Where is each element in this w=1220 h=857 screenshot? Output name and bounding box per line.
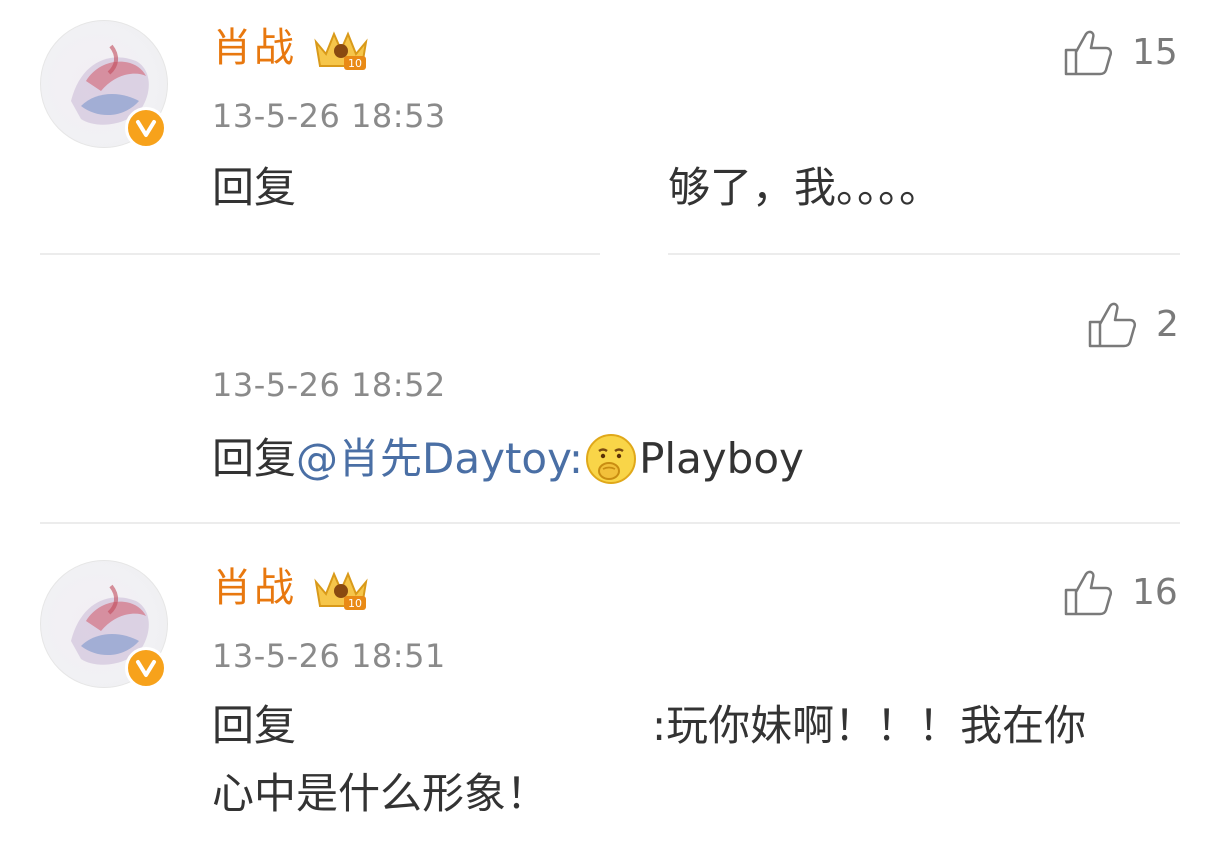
- comment-text: :玩你妹啊！！！我在你: [652, 701, 1087, 750]
- like-count: 16: [1132, 572, 1178, 613]
- timestamp: 13-5-26 18:53: [212, 97, 446, 135]
- divider: [40, 253, 600, 255]
- svg-text:10: 10: [348, 57, 362, 70]
- timestamp: 13-5-26 18:52: [212, 366, 446, 404]
- crown-level-badge-icon: 10: [314, 571, 368, 610]
- verified-v-icon: [125, 107, 167, 149]
- divider: [668, 253, 1180, 255]
- crown-level-badge-icon: 10: [314, 31, 368, 70]
- svg-text:10: 10: [348, 597, 362, 610]
- comment-item: 2 13-5-26 18:52 回复@肖先Daytoy: Playboy: [0, 257, 1220, 525]
- thumbs-up-icon: [1064, 30, 1113, 76]
- avatar[interactable]: [40, 20, 168, 149]
- like-button[interactable]: 2: [1086, 300, 1186, 350]
- username[interactable]: 肖战: [212, 24, 296, 72]
- reply-prefix: 回复: [212, 163, 297, 212]
- avatar[interactable]: [40, 560, 168, 689]
- thumbs-up-icon: [1088, 302, 1137, 348]
- like-count: 15: [1132, 32, 1178, 73]
- comment-item: 肖战 10 13-5-26 18:51 16 回复 :玩你妹啊！！！我在你 心中…: [0, 540, 1220, 857]
- verified-v-icon: [125, 647, 167, 689]
- comment-text: Playboy: [639, 434, 804, 483]
- username[interactable]: 肖战: [212, 564, 296, 612]
- comment-text: 够了，我。。。。: [668, 163, 942, 212]
- reply-prefix: 回复: [212, 701, 297, 750]
- reply-prefix: 回复: [212, 434, 297, 483]
- divider: [40, 522, 1180, 524]
- timestamp: 13-5-26 18:51: [212, 637, 446, 675]
- like-button[interactable]: 16: [1062, 568, 1182, 618]
- comment-item: 肖战 10 13-5-26 18:53 15 回复 够了，我。。。。: [0, 0, 1220, 257]
- like-button[interactable]: 15: [1062, 28, 1182, 78]
- comment-text-line: 回复@肖先Daytoy: Playboy: [212, 431, 804, 491]
- like-count: 2: [1156, 304, 1179, 345]
- comment-text: 心中是什么形象！: [212, 769, 549, 818]
- thumbs-up-icon: [1064, 570, 1113, 616]
- thinking-face-emoji: [586, 434, 637, 484]
- mention-link[interactable]: @肖先Daytoy:: [296, 433, 583, 485]
